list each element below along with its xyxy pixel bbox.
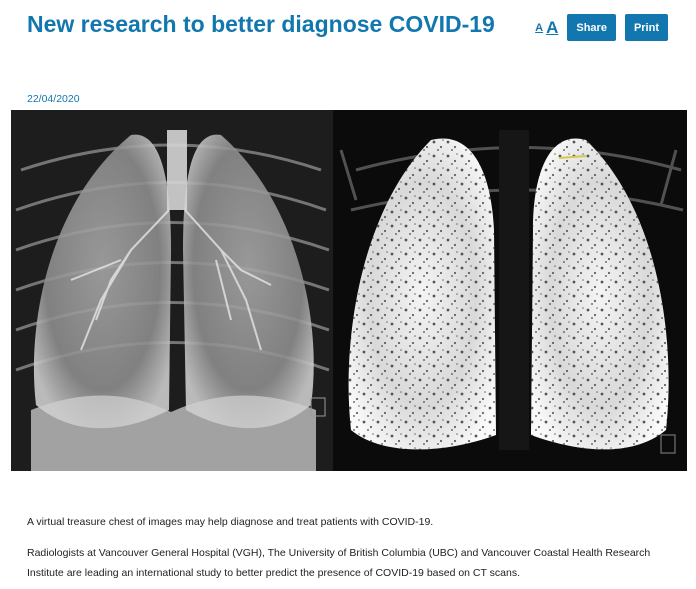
share-button[interactable]: Share: [567, 14, 616, 41]
increase-font-button[interactable]: A: [546, 18, 558, 38]
article-toolbar: A A Share Print: [535, 14, 668, 41]
article-date: 22/04/2020: [27, 93, 80, 105]
print-button[interactable]: Print: [624, 14, 668, 41]
article-paragraph: A virtual treasure chest of images may h…: [27, 516, 434, 528]
article-title: New research to better diagnose COVID-19: [27, 11, 495, 37]
ct-scan-image: [11, 110, 687, 471]
article-paragraph: Radiologists at Vancouver General Hospit…: [27, 547, 651, 579]
article-body: A virtual treasure chest of images may h…: [27, 512, 667, 583]
decrease-font-button[interactable]: A: [535, 22, 543, 34]
